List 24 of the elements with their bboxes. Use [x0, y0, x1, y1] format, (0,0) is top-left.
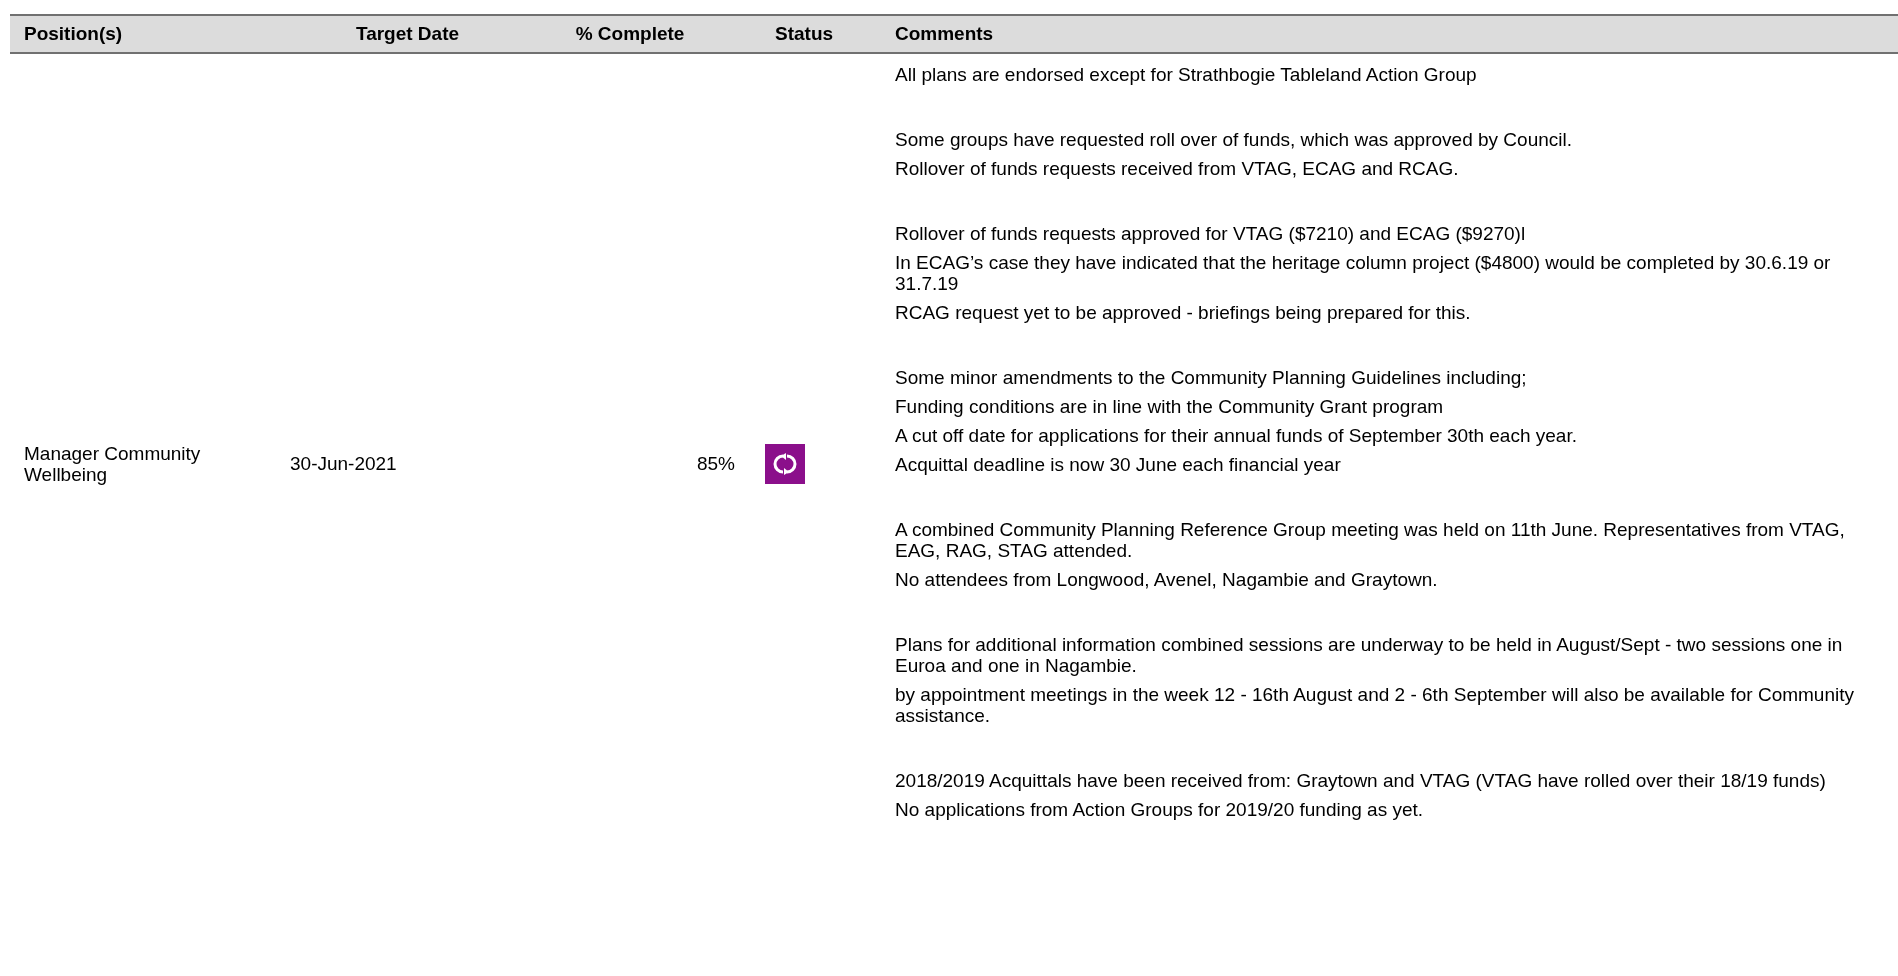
- comment-text: RCAG request yet to be approved - briefings being prepared for this.: [895, 302, 1472, 323]
- comment-text: A combined Community Planning Reference Group meeting was held on 11th June. Representatives from VTAG, EAG, RAG, STAG attended.: [895, 519, 1846, 561]
- table-cell: 85%: [696, 453, 735, 475]
- column-header: Status: [774, 23, 835, 45]
- comment-text: Rollover of funds requests received from VTAG, ECAG and RCAG.: [895, 158, 1460, 179]
- comment-text: by appointment meetings in the week 12 - 16th August and 2 - 6th September will also be available for Community assistance.: [895, 684, 1855, 726]
- column-header: Comments: [895, 23, 995, 45]
- comment-text: 2018/2019 Acquittals have been received from: Graytown and VTAG (VTAG have rolled over their 18/19 funds): [895, 770, 1827, 791]
- comment-text: No attendees from Longwood, Avenel, Nagambie and Graytown.: [895, 569, 1439, 590]
- column-header: Target Date: [354, 23, 461, 45]
- comment-text: Some groups have requested roll over of funds, which was approved by Council.: [895, 129, 1573, 150]
- comment-text: No applications from Action Groups for 2019/20 funding as yet.: [895, 799, 1425, 820]
- column-header: % Complete: [574, 23, 686, 45]
- comment-text: All plans are endorsed except for Strathbogie Tableland Action Group: [895, 64, 1478, 85]
- comment-text: Rollover of funds requests approved for VTAG ($7210) and ECAG ($9270)l: [895, 223, 1527, 244]
- table-cell: 30-Jun-2021: [290, 453, 397, 475]
- comment-text: Some minor amendments to the Community Planning Guidelines including;: [895, 367, 1528, 388]
- comment-text: Plans for additional information combined sessions are underway to be held in August/Sept - two sessions one in Euroa and one in Nagambie.: [895, 634, 1844, 676]
- comment-text: In ECAG’s case they have indicated that the heritage column project ($4800) would be completed by 30.6.19 or 31.7.19: [895, 252, 1832, 294]
- column-header: Position(s): [23, 23, 124, 45]
- comment-text: Funding conditions are in line with the Community Grant program: [895, 396, 1445, 417]
- comment-text: Acquittal deadline is now 30 June each financial year: [895, 454, 1342, 475]
- comment-text: A cut off date for applications for their annual funds of September 30th each year.: [895, 425, 1578, 446]
- table-cell-text: Manager Community Wellbeing: [23, 443, 202, 485]
